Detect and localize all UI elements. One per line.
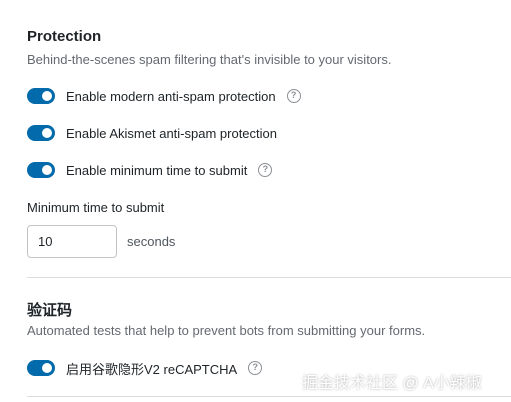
protection-description: Behind-the-scenes spam filtering that's … xyxy=(27,52,392,67)
settings-panel: Protection Behind-the-scenes spam filter… xyxy=(0,0,511,402)
help-icon[interactable]: ? xyxy=(286,89,301,103)
section-divider xyxy=(27,277,511,278)
min-time-label: Enable minimum time to submit xyxy=(66,162,248,178)
min-time-input[interactable] xyxy=(27,225,117,258)
min-time-toggle[interactable] xyxy=(27,162,55,178)
help-icon[interactable]: ? xyxy=(248,361,263,375)
toggle-row-min-time: Enable minimum time to submit ? xyxy=(27,160,273,180)
recaptcha-label: 启用谷歌隐形V2 reCAPTCHA xyxy=(66,361,238,377)
captcha-description: Automated tests that help to prevent bot… xyxy=(27,323,426,338)
modern-antispam-toggle[interactable] xyxy=(27,88,55,104)
min-time-field-label: Minimum time to submit xyxy=(27,200,165,215)
modern-antispam-label: Enable modern anti-spam protection xyxy=(66,88,276,104)
protection-title: Protection xyxy=(27,28,102,45)
toggle-row-recaptcha: 启用谷歌隐形V2 reCAPTCHA ? xyxy=(27,358,263,378)
recaptcha-toggle[interactable] xyxy=(27,360,55,376)
toggle-row-modern-antispam: Enable modern anti-spam protection ? xyxy=(27,86,301,106)
akismet-toggle[interactable] xyxy=(27,125,55,141)
akismet-label: Enable Akismet anti-spam protection xyxy=(66,125,277,141)
captcha-title: 验证码 xyxy=(27,302,73,319)
section-divider xyxy=(27,396,511,397)
watermark: 掘金技术社区 @ A小辣椒 xyxy=(302,375,482,392)
toggle-row-akismet: Enable Akismet anti-spam protection xyxy=(27,123,277,143)
help-icon[interactable]: ? xyxy=(258,163,273,177)
seconds-unit-label: seconds xyxy=(127,234,176,249)
